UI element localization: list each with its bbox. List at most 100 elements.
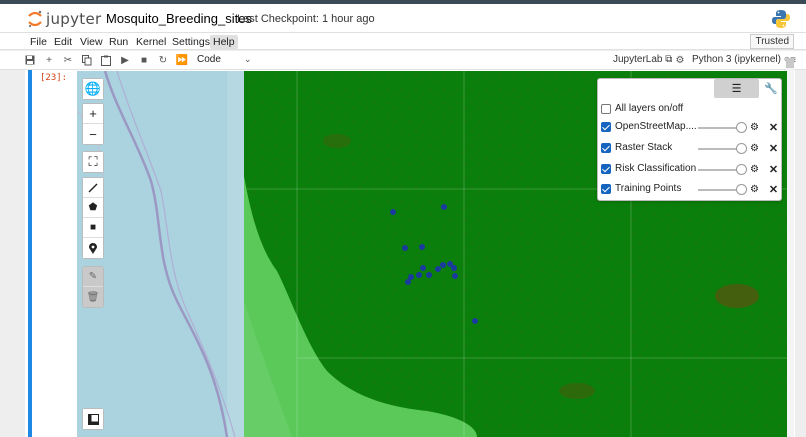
menu-file[interactable]: File — [27, 35, 50, 49]
kernel-name[interactable]: Python 3 (ipykernel) ○ — [692, 54, 790, 65]
stop-button[interactable]: ■ — [136, 52, 152, 68]
close-icon: ✕ — [768, 143, 779, 155]
layer-label-openstreetmap: OpenStreetMap.... — [615, 121, 697, 132]
scrollbar[interactable] — [786, 58, 794, 437]
globe-control[interactable]: 🌐 — [82, 78, 104, 100]
layer-label-risk-classification: Risk Classification — [615, 163, 697, 174]
edit-layers-button[interactable]: ✎ — [83, 267, 103, 287]
remove-layer-button[interactable]: ✕ — [766, 120, 781, 135]
toolbar: + ✂ ▶ ■ ↻ ⏩ Code ⌄ JupyterLab ⧉ ⚙ Python… — [0, 51, 806, 70]
split-map-control — [82, 408, 104, 430]
rectangle-icon: ■ — [89, 222, 97, 233]
save-icon — [25, 55, 35, 65]
notebook-title[interactable]: Mosquito_Breeding_sites — [106, 11, 252, 26]
training-point[interactable] — [416, 272, 422, 278]
fast-forward-icon: ⏩ — [175, 54, 189, 66]
fast-forward-button[interactable]: ⏩ — [174, 52, 190, 68]
high-risk-patch — [323, 134, 351, 148]
layer-row-openstreetmap: OpenStreetMap.... ⚙ ✕ — [601, 120, 781, 136]
layer-checkbox-training-points[interactable] — [601, 184, 611, 194]
draw-rectangle-button[interactable]: ■ — [83, 218, 103, 238]
all-layers-toggle[interactable]: All layers on/off — [601, 102, 781, 118]
layer-checkbox-risk-classification[interactable] — [601, 164, 611, 174]
training-point[interactable] — [390, 209, 396, 215]
tools-tab[interactable]: 🔧 — [761, 79, 781, 98]
layer-label-raster-stack: Raster Stack — [615, 142, 673, 153]
jupyter-logo-icon — [28, 10, 42, 28]
draw-polyline-button[interactable] — [83, 178, 103, 198]
menu-help[interactable]: Help — [210, 35, 238, 49]
paste-button[interactable] — [98, 52, 114, 68]
jupyterlab-link[interactable]: JupyterLab ⧉ — [613, 54, 672, 65]
restart-button[interactable]: ↻ — [155, 52, 171, 68]
training-point[interactable] — [452, 273, 458, 279]
logo-text: jupyter — [46, 10, 102, 28]
layer-settings-button[interactable]: ⚙ — [747, 182, 762, 197]
kernel-settings-button[interactable]: ⚙ — [672, 52, 688, 68]
layers-tab[interactable]: ☰ — [714, 79, 759, 98]
opacity-slider-knob[interactable] — [736, 164, 747, 175]
opacity-slider-raster-stack[interactable] — [698, 148, 738, 150]
all-layers-checkbox[interactable] — [601, 104, 611, 114]
menu-kernel[interactable]: Kernel — [133, 35, 169, 49]
layer-settings-button[interactable]: ⚙ — [747, 141, 762, 156]
globe-icon: 🌐 — [84, 81, 102, 96]
training-point[interactable] — [420, 265, 426, 271]
delete-layers-button[interactable]: 🗑 — [83, 287, 103, 307]
zoom-control: + − — [82, 103, 104, 145]
close-icon: ✕ — [768, 164, 779, 176]
python-logo-icon — [771, 9, 791, 34]
wrench-icon: 🔧 — [764, 83, 778, 95]
menu-run[interactable]: Run — [106, 35, 131, 49]
trusted-badge[interactable]: Trusted — [750, 34, 794, 49]
menu-bar: File Edit View Run Kernel Settings Help … — [0, 32, 806, 50]
layer-checkbox-raster-stack[interactable] — [601, 143, 611, 153]
draw-polygon-button[interactable]: ⬟ — [83, 198, 103, 218]
opacity-slider-openstreetmap[interactable] — [698, 127, 738, 129]
menu-view[interactable]: View — [77, 35, 106, 49]
globe-button[interactable]: 🌐 — [83, 79, 103, 99]
opacity-slider-training-points[interactable] — [698, 189, 738, 191]
training-point[interactable] — [426, 272, 432, 278]
opacity-slider-knob[interactable] — [736, 184, 747, 195]
remove-layer-button[interactable]: ✕ — [766, 182, 781, 197]
cut-button[interactable]: ✂ — [60, 52, 76, 68]
remove-layer-button[interactable]: ✕ — [766, 141, 781, 156]
add-cell-button[interactable]: + — [41, 52, 57, 68]
training-point[interactable] — [405, 279, 411, 285]
training-point[interactable] — [408, 274, 414, 280]
zoom-out-button[interactable]: − — [83, 124, 103, 144]
layer-checkbox-openstreetmap[interactable] — [601, 122, 611, 132]
remove-layer-button[interactable]: ✕ — [766, 162, 781, 177]
cell-type-select[interactable]: Code — [197, 54, 221, 65]
training-point[interactable] — [435, 266, 441, 272]
high-risk-patch — [559, 383, 595, 399]
stop-icon: ■ — [140, 54, 148, 66]
zoom-in-button[interactable]: + — [83, 104, 103, 124]
opacity-slider-risk-classification[interactable] — [698, 169, 738, 171]
menu-settings[interactable]: Settings — [169, 35, 213, 49]
draw-marker-button[interactable] — [83, 238, 103, 258]
training-point[interactable] — [402, 245, 408, 251]
cut-icon: ✂ — [63, 54, 73, 66]
copy-icon — [82, 54, 92, 65]
fullscreen-button[interactable]: ⛶ — [83, 152, 103, 172]
opacity-slider-knob[interactable] — [736, 122, 747, 133]
split-map-button[interactable] — [83, 409, 103, 429]
copy-button[interactable] — [79, 52, 95, 68]
training-point[interactable] — [440, 262, 446, 268]
cell-prompt: [23]: — [40, 73, 68, 83]
fullscreen-icon: ⛶ — [88, 154, 98, 169]
training-point[interactable] — [472, 318, 478, 324]
layer-settings-button[interactable]: ⚙ — [747, 120, 762, 135]
layer-settings-button[interactable]: ⚙ — [747, 162, 762, 177]
jupyter-logo[interactable]: jupyter — [27, 9, 101, 29]
run-button[interactable]: ▶ — [117, 52, 133, 68]
opacity-slider-knob[interactable] — [736, 143, 747, 154]
save-button[interactable] — [22, 52, 38, 68]
training-point[interactable] — [441, 204, 447, 210]
menu-edit[interactable]: Edit — [51, 35, 75, 49]
scroll-thumb[interactable] — [786, 58, 794, 68]
training-point[interactable] — [451, 265, 457, 271]
training-point[interactable] — [419, 244, 425, 250]
